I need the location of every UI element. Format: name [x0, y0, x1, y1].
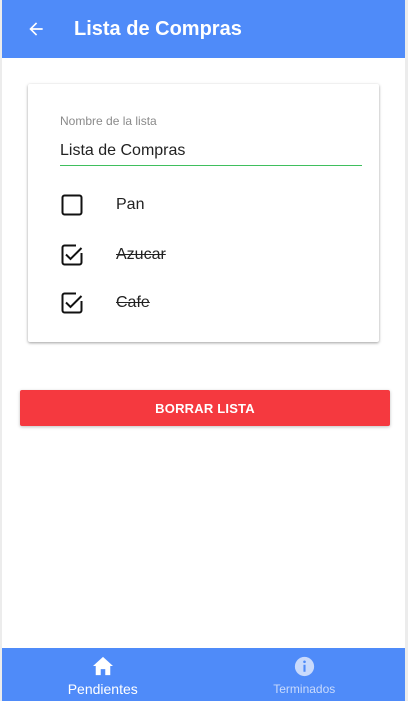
- app-screen: Lista de Compras Nombre de la lista Pan …: [2, 0, 405, 701]
- arrow-left-icon: [29, 22, 43, 36]
- bottom-navigation: Pendientes Terminados: [2, 648, 405, 701]
- info-icon: [294, 656, 314, 677]
- item-label: Cafe: [116, 294, 150, 311]
- app-bar: Lista de Compras: [2, 0, 405, 58]
- delete-list-button[interactable]: BORRAR LISTA: [20, 390, 390, 426]
- checkbox-checked-icon: [61, 244, 83, 266]
- home-icon: [92, 656, 113, 675]
- list-item[interactable]: Azucar: [60, 240, 360, 270]
- checkbox-checked[interactable]: [60, 291, 84, 315]
- item-label: Azucar: [116, 246, 166, 263]
- item-label: Pan: [116, 196, 145, 213]
- tab-pendientes[interactable]: Pendientes: [2, 648, 204, 701]
- list-item[interactable]: Pan: [60, 190, 360, 220]
- back-button[interactable]: [8, 0, 64, 58]
- checkbox-checked-icon: [61, 292, 83, 314]
- list-card: Nombre de la lista Pan Azucar: [28, 84, 379, 342]
- list-name-label: Nombre de la lista: [60, 114, 157, 128]
- checkbox-unchecked[interactable]: [60, 193, 84, 217]
- list-item[interactable]: Cafe: [60, 288, 360, 318]
- tab-label: Terminados: [273, 681, 336, 696]
- list-name-input[interactable]: [60, 136, 362, 166]
- checkbox-blank-icon: [61, 194, 83, 216]
- tab-label: Pendientes: [67, 680, 138, 697]
- checkbox-checked[interactable]: [60, 243, 84, 267]
- page-title: Lista de Compras: [74, 17, 242, 40]
- tab-terminados[interactable]: Terminados: [204, 648, 406, 701]
